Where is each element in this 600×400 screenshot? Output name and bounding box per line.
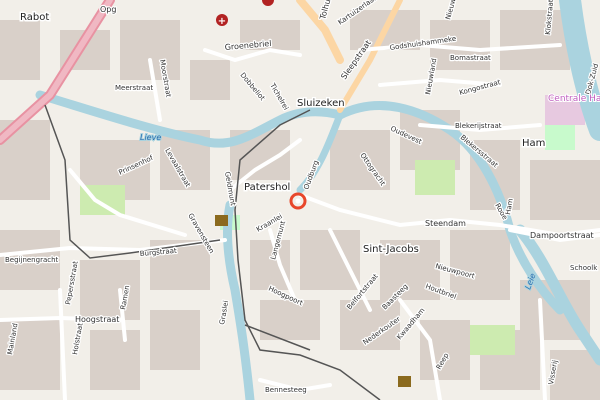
label-blekerijstraat: Blekerijstraat (455, 122, 502, 130)
label-sint-jacobs: Sint-Jacobs (363, 244, 419, 255)
svg-text:+: + (218, 16, 226, 27)
castle-icon-2 (398, 376, 411, 387)
label-sluizeken: Sluizeken (297, 98, 345, 109)
map-canvas[interactable]: + Rabot Opg Tolhuis Kartuizerlaan Nieuwe… (0, 0, 600, 400)
castle-icon (215, 215, 228, 226)
label-schoolk: Schoolk (570, 264, 598, 272)
label-patershol: Patershol (244, 182, 290, 193)
label-begijnengracht: Begijnengracht (5, 256, 59, 264)
label-rabot: Rabot (20, 12, 49, 23)
label-bomastraat: Bomastraat (450, 54, 491, 62)
label-steendam: Steendam (425, 219, 466, 228)
label-opg: Opg (100, 5, 116, 14)
label-dampoortstraat: Dampoortstraat (530, 231, 594, 240)
label-bennesteeg: Bennesteeg (265, 386, 307, 394)
label-meerstraat: Meerstraat (115, 84, 153, 92)
map-svg[interactable]: + Rabot Opg Tolhuis Kartuizerlaan Nieuwe… (0, 0, 600, 400)
label-centrale-ham: Centrale Ham (548, 94, 600, 104)
label-hoogstraat: Hoogstraat (75, 315, 119, 324)
label-ham: Ham (522, 138, 545, 149)
label-lieve: Lieve (140, 133, 161, 142)
